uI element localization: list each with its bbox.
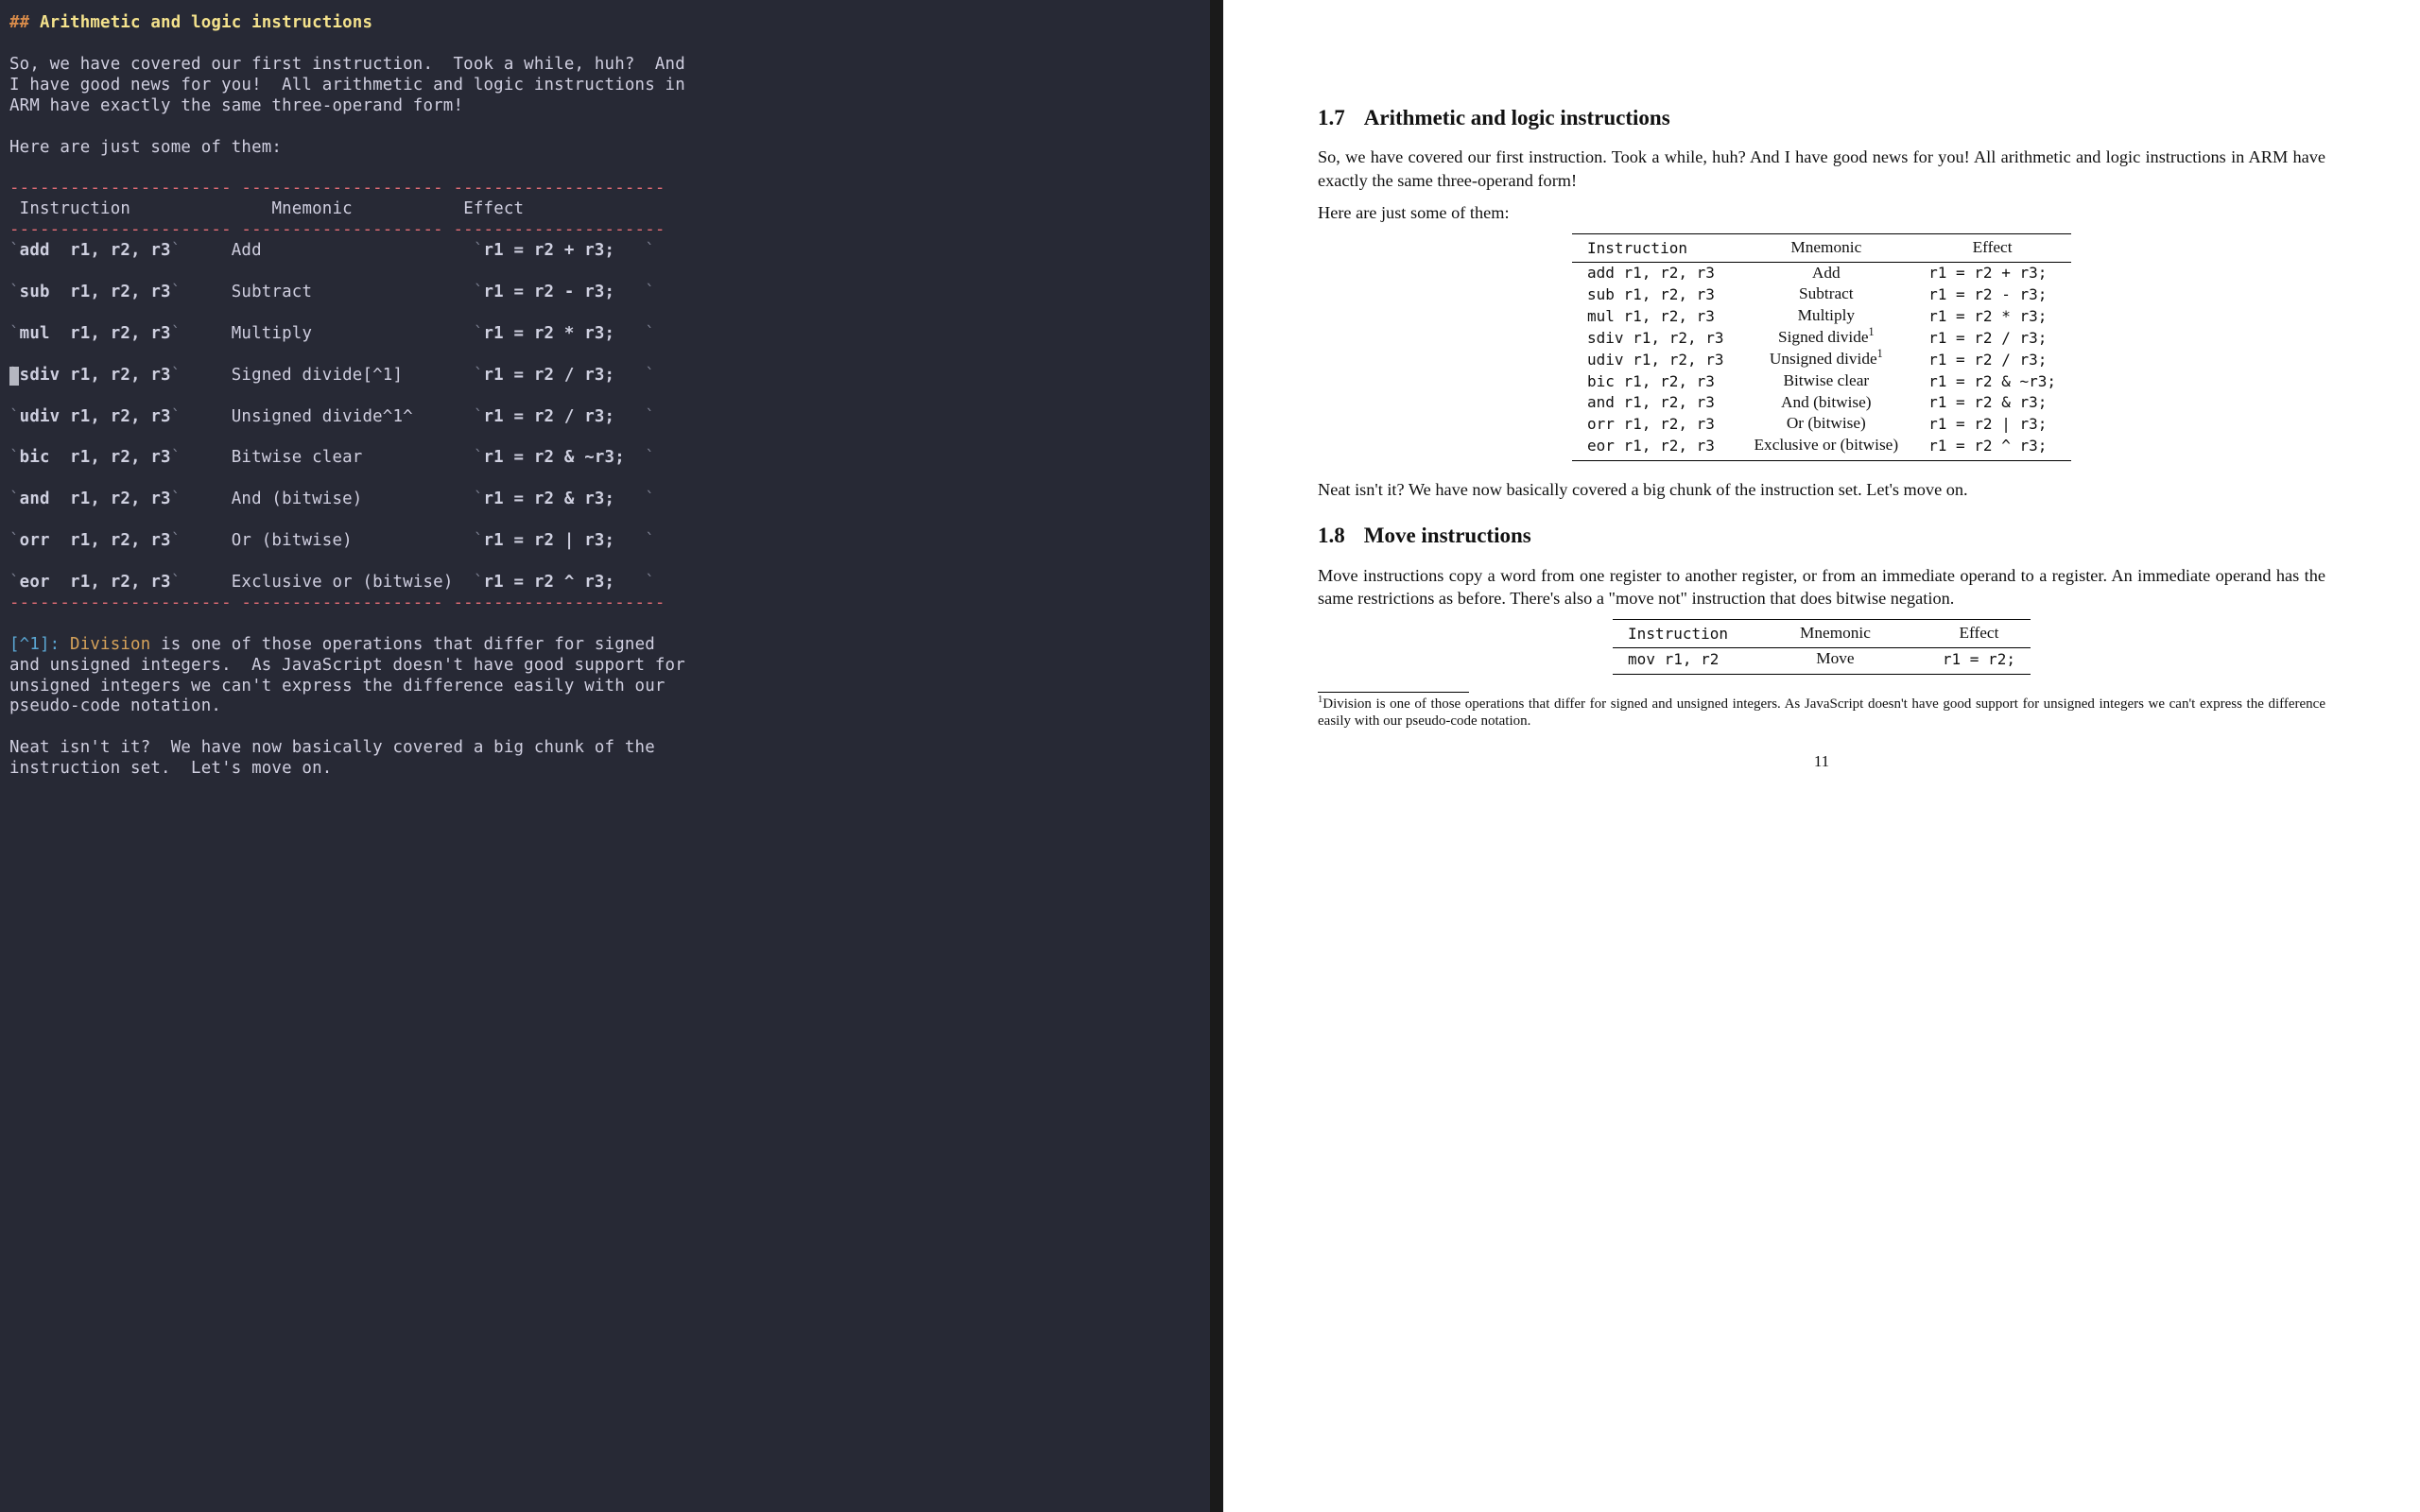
editor-line: Here are just some of them: [9, 138, 282, 157]
th-eff: Effect [463, 199, 524, 218]
th-eff: Effect [1927, 619, 2031, 647]
th-mnem: Mnemonic [1739, 233, 1914, 262]
instruction-table: Instruction Mnemonic Effect add r1, r2, … [1572, 233, 2071, 461]
paragraph: Here are just some of them: [1318, 201, 2325, 224]
section-number: 1.8 [1318, 522, 1345, 550]
editor-line: unsigned integers we can't express the d… [9, 677, 666, 696]
table-rule: ---------------------- -----------------… [9, 220, 666, 239]
table-row: mov r1, r2Mover1 = r2; [1613, 647, 2031, 674]
paragraph: So, we have covered our first instructio… [1318, 146, 2325, 191]
footnote-rule [1318, 692, 1469, 693]
page-number: 11 [1318, 751, 2325, 772]
editor-line: pseudo-code notation. [9, 696, 221, 715]
th-instr: Instruction [1572, 233, 1739, 262]
pdf-page: 1.7 Arithmetic and logic instructions So,… [1223, 0, 2420, 1512]
editor-line: instruction set. Let's move on. [9, 759, 332, 778]
editor-line: and unsigned integers. As JavaScript doe… [9, 656, 685, 675]
paragraph: Neat isn't it? We have now basically cov… [1318, 478, 2325, 501]
table-row: sdiv r1, r2, r3Signed divide1r1 = r2 / r… [1572, 327, 2071, 349]
paragraph: Move instructions copy a word from one r… [1318, 564, 2325, 610]
th-mnem: Mnemonic [271, 199, 352, 218]
heading-text: Arithmetic and logic instructions [40, 13, 372, 32]
heading-hash: ## [9, 13, 29, 32]
table-rule: ---------------------- -----------------… [9, 179, 666, 198]
pdf-preview[interactable]: 1.7 Arithmetic and logic instructions So,… [1223, 0, 2420, 1512]
th-instr: Instruction [1613, 619, 1743, 647]
editor-line: ARM have exactly the same three-operand … [9, 96, 463, 115]
pane-divider[interactable] [1210, 0, 1223, 1512]
footnote-keyword: Division [70, 635, 150, 654]
table-rule: ---------------------- -----------------… [9, 593, 666, 612]
section-heading: 1.7 Arithmetic and logic instructions [1318, 104, 2325, 132]
table-row: orr r1, r2, r3Or (bitwise)r1 = r2 | r3; [1572, 413, 2071, 435]
move-table: Instruction Mnemonic Effect mov r1, r2Mo… [1613, 619, 2031, 675]
table-row: bic r1, r2, r3Bitwise clearr1 = r2 & ~r3… [1572, 370, 2071, 392]
section-heading: 1.8 Move instructions [1318, 522, 2325, 550]
footnote-text: Division is one of those operations that… [1318, 696, 2325, 730]
section-title: Move instructions [1364, 524, 1531, 547]
table-row: mul r1, r2, r3Multiplyr1 = r2 * r3; [1572, 305, 2071, 327]
footnote-label: [^1]: [9, 635, 60, 654]
editor-line: I have good news for you! All arithmetic… [9, 76, 685, 94]
section-title: Arithmetic and logic instructions [1364, 106, 1670, 129]
table-row: eor r1, r2, r3Exclusive or (bitwise)r1 =… [1572, 435, 2071, 460]
footnote: 1Division is one of those operations tha… [1318, 696, 2325, 731]
editor-line: Neat isn't it? We have now basically cov… [9, 738, 655, 757]
table-row: add r1, r2, r3Addr1 = r2 + r3; [1572, 262, 2071, 284]
th-eff: Effect [1913, 233, 2071, 262]
th-mnem: Mnemonic [1743, 619, 1927, 647]
editor-line: So, we have covered our first instructio… [9, 55, 685, 74]
text-cursor [9, 367, 19, 386]
editor-line: is one of those operations that differ f… [150, 635, 655, 654]
markdown-editor[interactable]: ## Arithmetic and logic instructions So,… [0, 0, 1210, 1512]
table-row: sub r1, r2, r3Subtractr1 = r2 - r3; [1572, 284, 2071, 305]
th-instr: Instruction [20, 199, 130, 218]
table-row: udiv r1, r2, r3Unsigned divide1r1 = r2 /… [1572, 349, 2071, 370]
section-number: 1.7 [1318, 104, 1345, 132]
table-row: and r1, r2, r3And (bitwise)r1 = r2 & r3; [1572, 392, 2071, 414]
